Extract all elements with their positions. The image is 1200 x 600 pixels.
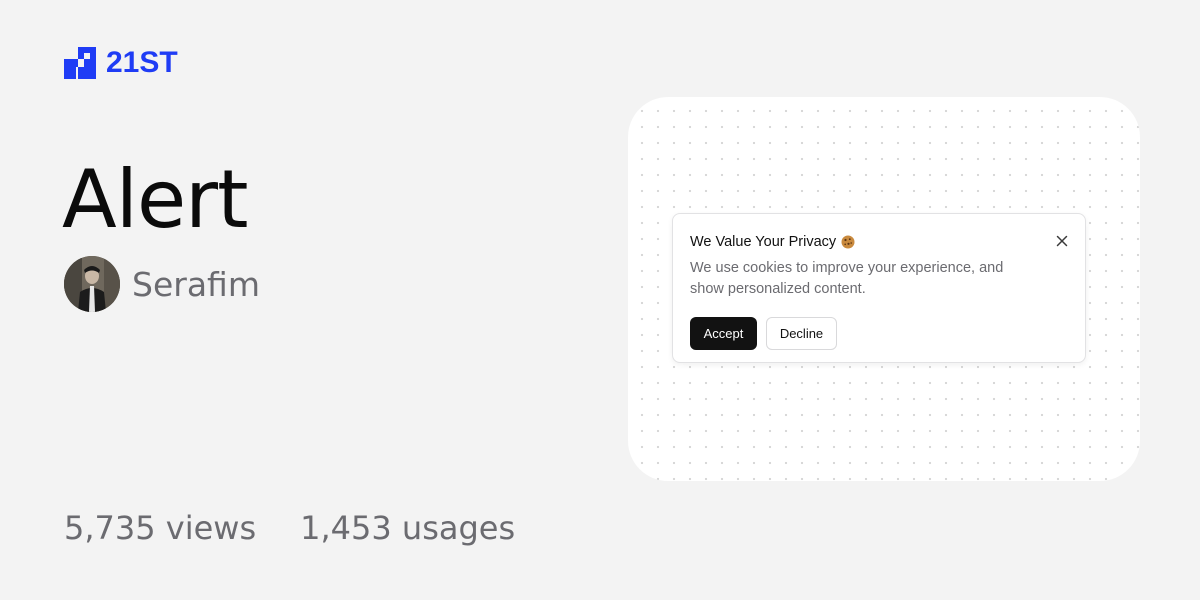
logo-mark-icon xyxy=(64,47,96,79)
alert-description: We use cookies to improve your experienc… xyxy=(690,260,1004,297)
cookie-icon xyxy=(841,235,855,249)
cookie-alert: We Value Your Privacy We use cookies to … xyxy=(672,213,1086,363)
views-count: 5,735 views xyxy=(64,509,257,547)
alert-actions: Accept Decline xyxy=(690,317,1068,350)
usages-count: 1,453 usages xyxy=(300,509,516,547)
stats: 5,735 views 1,453 usages xyxy=(64,512,515,544)
component-preview: We Value Your Privacy We use cookies to … xyxy=(628,97,1140,481)
close-icon[interactable] xyxy=(1055,234,1069,248)
accept-button[interactable]: Accept xyxy=(690,317,757,350)
alert-title: We Value Your Privacy xyxy=(690,234,837,250)
brand-logo[interactable]: 21ST xyxy=(64,47,178,79)
avatar-photo-icon xyxy=(64,256,120,312)
brand-name: 21ST xyxy=(106,46,178,79)
avatar xyxy=(64,256,120,312)
author-name: Serafim xyxy=(132,264,260,304)
component-title: Alert xyxy=(62,153,248,246)
decline-button[interactable]: Decline xyxy=(766,317,837,350)
author[interactable]: Serafim xyxy=(64,256,260,312)
alert-title-row: We Value Your Privacy xyxy=(690,232,1068,252)
